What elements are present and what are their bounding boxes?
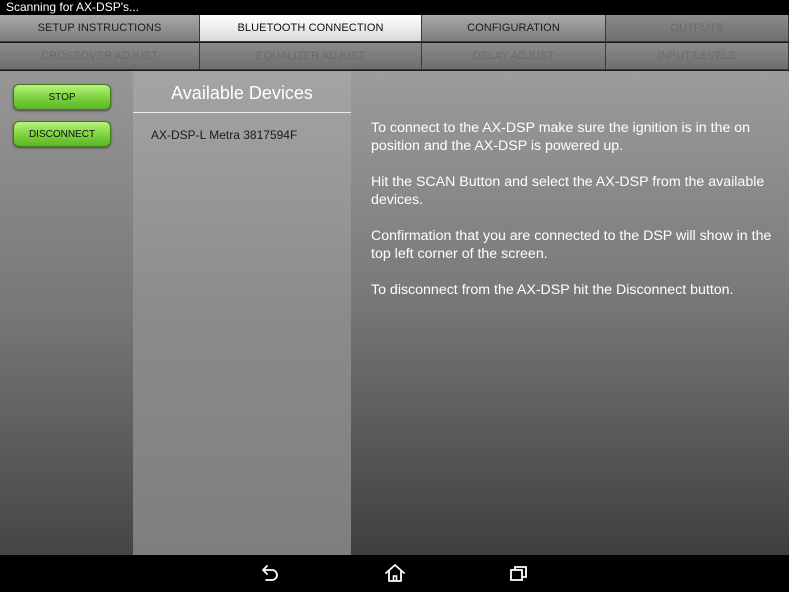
tab-configuration[interactable]: CONFIGURATION: [422, 15, 606, 42]
back-icon[interactable]: [258, 562, 282, 584]
instruction-paragraph: Confirmation that you are connected to t…: [371, 228, 772, 262]
available-devices-panel: Available Devices AX-DSP-L Metra 3817594…: [133, 71, 351, 555]
tab-equalizer-adjust[interactable]: EQUALIZER ADJUST: [200, 43, 422, 70]
tab-bluetooth-connection[interactable]: BLUETOOTH CONNECTION: [200, 15, 422, 42]
home-icon[interactable]: [383, 562, 407, 584]
tab-outputs[interactable]: OUTPUTS: [606, 15, 789, 42]
instructions-text: To connect to the AX-DSP make sure the i…: [371, 119, 776, 317]
tab-setup-instructions[interactable]: SETUP INSTRUCTIONS: [0, 15, 200, 42]
navigation-bar: [0, 555, 789, 592]
stop-button[interactable]: STOP: [13, 84, 111, 110]
status-text: Scanning for AX-DSP's...: [6, 0, 140, 14]
main-panel: STOP DISCONNECT Available Devices AX-DSP…: [0, 71, 789, 555]
disconnect-button[interactable]: DISCONNECT: [13, 121, 111, 147]
instruction-paragraph: To disconnect from the AX-DSP hit the Di…: [371, 282, 734, 298]
tab-bar: SETUP INSTRUCTIONS BLUETOOTH CONNECTION …: [0, 15, 789, 71]
available-devices-title: Available Devices: [171, 83, 313, 103]
tab-crossover-adjust[interactable]: CROSSOVER ADJUST: [0, 43, 200, 70]
recent-apps-icon[interactable]: [507, 562, 531, 584]
sidebar: STOP DISCONNECT: [0, 71, 133, 555]
tab-input-levels[interactable]: INPUT/LEVELS: [606, 43, 789, 70]
instruction-paragraph: To connect to the AX-DSP make sure the i…: [371, 120, 751, 154]
device-list-item[interactable]: AX-DSP-L Metra 3817594F: [133, 113, 351, 157]
tab-delay-adjust[interactable]: DELAY ADJUST: [422, 43, 606, 70]
instruction-paragraph: Hit the SCAN Button and select the AX-DS…: [371, 174, 765, 208]
status-bar: Scanning for AX-DSP's...: [0, 0, 789, 15]
